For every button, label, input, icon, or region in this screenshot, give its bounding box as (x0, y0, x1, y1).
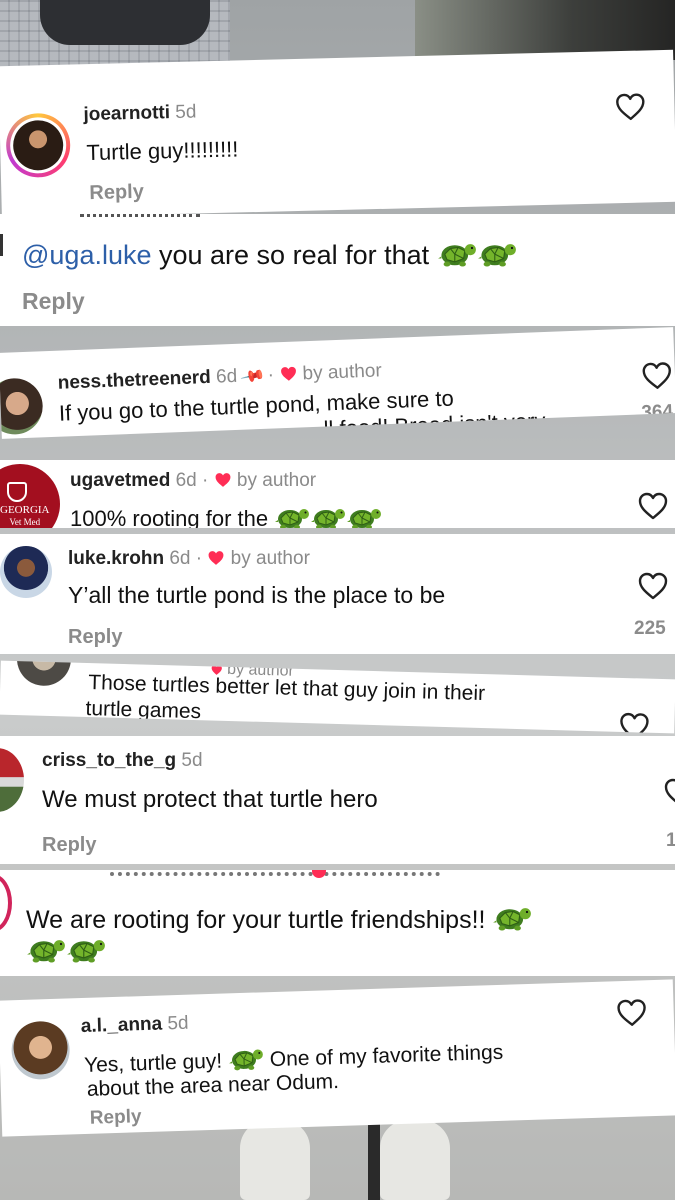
comment-text: We are rooting for your turtle friendshi… (26, 900, 532, 935)
comment-header: luke.krohn 6d · by author (68, 548, 310, 570)
pin-icon: 📌 (239, 364, 266, 390)
separator: · (267, 364, 275, 386)
comment-header: criss_to_the_g 5d (42, 750, 203, 772)
background-shoe-left (240, 1120, 310, 1200)
heart-filled-icon (279, 366, 298, 383)
heart-outline-icon[interactable] (619, 712, 650, 734)
comment-card: a.l._anna 5d Yes, turtle guy! One of my … (0, 979, 675, 1137)
timestamp: 5d (167, 1012, 189, 1035)
timestamp: 5d (181, 750, 203, 771)
avatar[interactable] (5, 112, 71, 179)
avatar[interactable] (0, 874, 12, 932)
timestamp: 6d (169, 548, 191, 569)
comment-text: @uga.luke you are so real for that (22, 236, 517, 271)
avatar[interactable]: GEORGIA Vet Med (0, 464, 60, 528)
separator: · (195, 548, 203, 569)
heart-outline-icon[interactable] (616, 998, 647, 1027)
like-count: 225 (634, 618, 666, 639)
username[interactable]: ugavetmed (70, 470, 170, 491)
avatar-logo-text: GEORGIA Vet Med (0, 504, 50, 528)
turtle-emoji-icon (437, 236, 477, 270)
comment-text: We must protect that turtle hero (42, 786, 378, 813)
reply-button[interactable]: Reply (68, 626, 122, 649)
username[interactable]: ness.thetreenerd (57, 367, 211, 394)
background-pole (368, 1120, 380, 1200)
heart-outline-icon[interactable] (615, 92, 646, 121)
comment-text-content: 100% rooting for the (70, 506, 269, 528)
by-author-label: by author (302, 360, 383, 385)
turtle-emoji-icon (26, 932, 66, 966)
by-author-label: by author (230, 548, 310, 569)
timestamp: 5d (175, 101, 197, 123)
thread-line (0, 234, 3, 256)
avatar-text: Vet Med (9, 517, 41, 527)
heart-outline-icon[interactable] (638, 492, 668, 520)
comment-text-part: One of my favorite things (269, 1040, 504, 1072)
turtle-emoji-icon (310, 502, 346, 528)
avatar[interactable] (0, 748, 24, 812)
comment-text-part: Yes, turtle guy! (83, 1049, 223, 1077)
turtle-emoji-icon (477, 236, 517, 270)
comment-card: We are rooting for your turtle friendshi… (0, 870, 675, 976)
username[interactable]: criss_to_the_g (42, 750, 176, 771)
mention-link[interactable]: @uga.luke (22, 240, 152, 270)
avatar-text: GEORGIA (0, 504, 50, 516)
comment-card: criss_to_the_g 5d We must protect that t… (0, 736, 675, 864)
heart-filled-icon (207, 550, 225, 566)
reply-button[interactable]: Reply (89, 181, 144, 205)
background-backpack (40, 0, 210, 45)
heart-outline-icon[interactable] (638, 572, 668, 600)
shield-icon (7, 482, 27, 502)
comment-card: @uga.luke you are so real for that Reply (0, 214, 675, 326)
by-author-label: by author (236, 470, 317, 491)
timestamp: 6d (175, 470, 197, 491)
comment-header: ugavetmed 6d · by author (70, 470, 316, 492)
comment-card: GEORGIA Vet Med ugavetmed 6d · by author… (0, 460, 675, 528)
turtle-emoji-icon (346, 502, 382, 528)
turtle-emoji-icon (66, 932, 106, 966)
comment-text-content: We are rooting for your turtle friendshi… (26, 906, 486, 934)
comment-text: Turtle guy!!!!!!!!! (86, 136, 239, 166)
comment-text: 100% rooting for the (70, 502, 382, 528)
avatar[interactable] (10, 1020, 71, 1081)
reply-button[interactable]: Reply (22, 288, 85, 315)
username[interactable]: joearnotti (83, 102, 170, 125)
comment-header: a.l._anna 5d (81, 1013, 189, 1038)
comment-header: joearnotti 5d (83, 101, 196, 126)
background-shoe-right (380, 1120, 450, 1200)
comment-text: Y’all the turtle pond is the place to be (68, 582, 446, 608)
separator: · (202, 470, 209, 491)
avatar[interactable] (16, 660, 72, 687)
comment-text-rest: you are so real for that (151, 240, 430, 270)
heart-outline-icon[interactable] (664, 778, 675, 806)
username[interactable]: a.l._anna (81, 1013, 163, 1037)
emoji-row (26, 932, 106, 966)
avatar[interactable] (0, 546, 52, 598)
heart-filled-icon (214, 472, 232, 488)
comment-card: joearnotti 5d Turtle guy!!!!!!!!! Reply (0, 49, 675, 219)
comment-card: luke.krohn 6d · by author Y’all the turt… (0, 534, 675, 654)
turtle-emoji-icon (274, 502, 310, 528)
avatar[interactable] (0, 377, 44, 436)
timestamp: 6d (215, 365, 238, 388)
cropped-header-fragment (80, 214, 200, 218)
turtle-emoji-icon (492, 900, 532, 934)
reply-button[interactable]: Reply (89, 1106, 141, 1130)
like-count: 1 (666, 830, 675, 851)
cropped-header-fragment (110, 872, 440, 878)
username[interactable]: luke.krohn (68, 548, 164, 569)
heart-outline-icon[interactable] (641, 361, 672, 390)
reply-button[interactable]: Reply (42, 834, 96, 857)
turtle-emoji-icon (227, 1042, 264, 1073)
